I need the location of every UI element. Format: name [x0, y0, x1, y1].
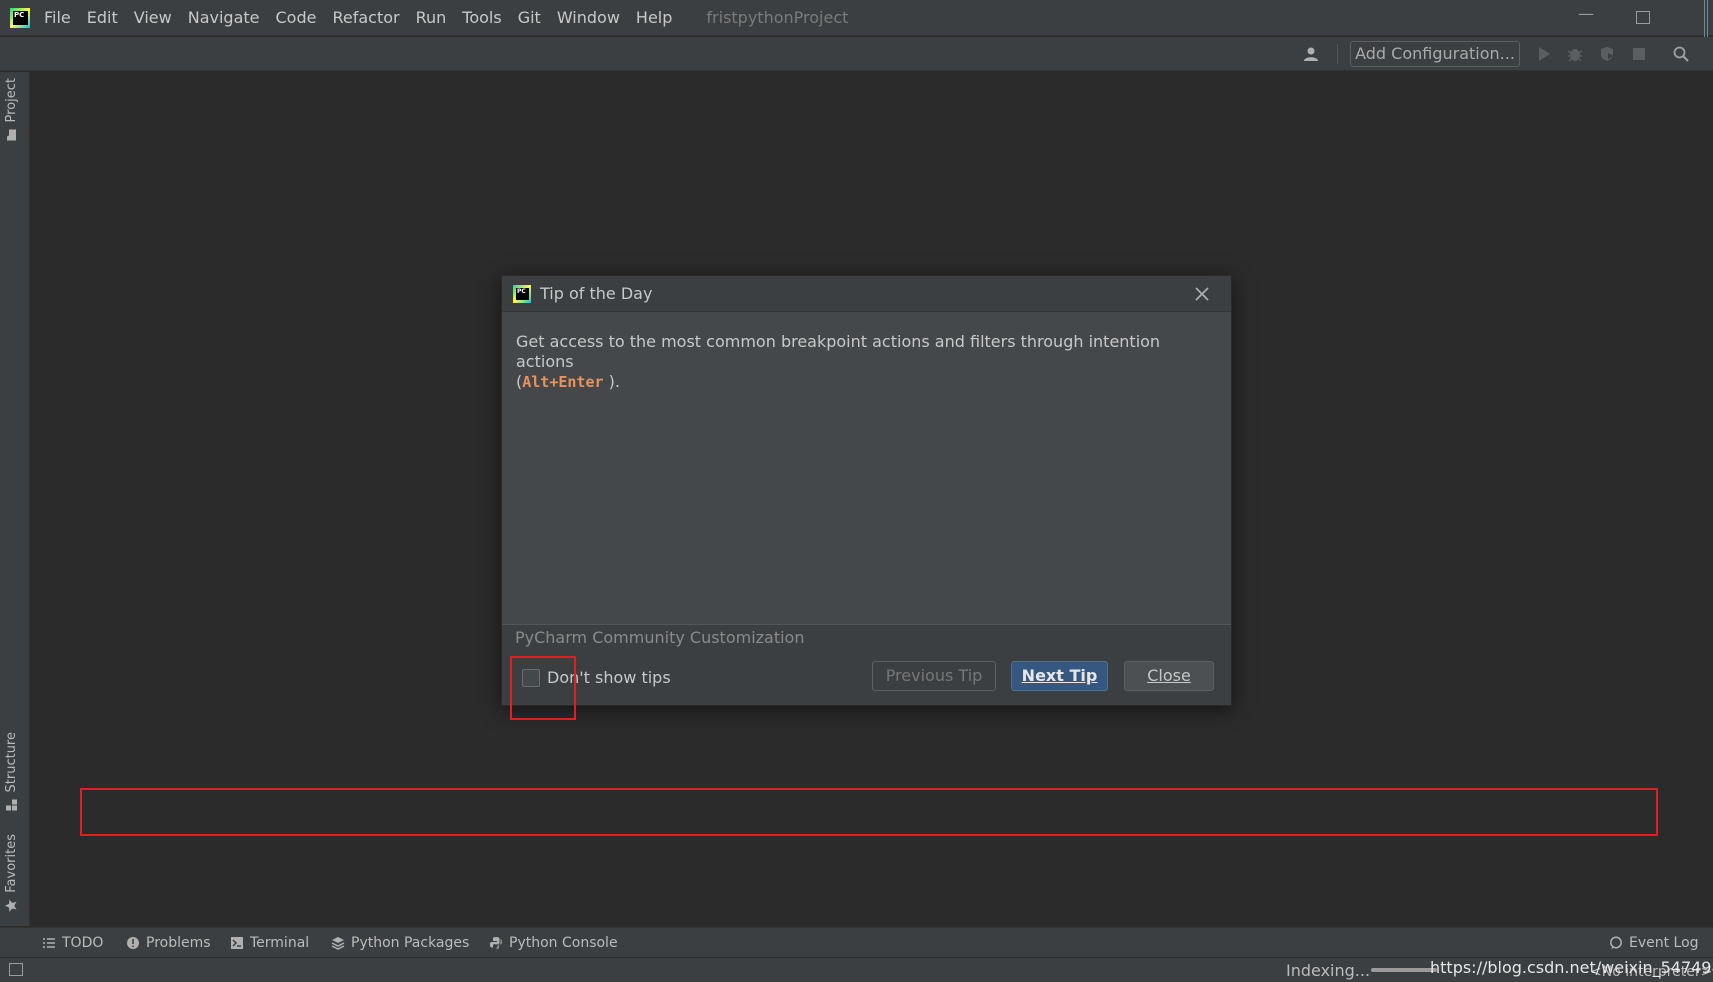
menu-refactor[interactable]: Refactor — [332, 8, 399, 27]
dialog-title: Tip of the Day — [540, 284, 653, 303]
event-log-icon — [1610, 936, 1622, 949]
pycharm-logo-icon — [10, 7, 30, 28]
close-button[interactable]: Close — [1124, 661, 1214, 691]
python-icon — [490, 937, 502, 949]
project-tab-label: Project — [4, 78, 19, 123]
tip-shortcut: Alt+Enter — [522, 373, 604, 391]
run-icon[interactable] — [1535, 45, 1553, 63]
menu-git[interactable]: Git — [518, 8, 541, 27]
close-label: Close — [1147, 666, 1191, 685]
event-log-tab[interactable]: Event Log — [1609, 935, 1699, 951]
annotation-box-wide — [80, 788, 1658, 836]
menu-window[interactable]: Window — [557, 8, 620, 27]
python-packages-tab[interactable]: Python Packages — [331, 935, 469, 951]
minimize-icon[interactable]: — — [1578, 4, 1594, 23]
next-tip-label: Next Tip — [1021, 666, 1098, 685]
python-console-label: Python Console — [509, 935, 618, 951]
maximize-icon[interactable] — [1636, 11, 1650, 24]
user-icon[interactable] — [1302, 45, 1320, 63]
menu-navigate[interactable]: Navigate — [188, 8, 260, 27]
coverage-icon[interactable] — [1598, 45, 1616, 63]
status-bar: Indexing... <No interpreter> https://blo… — [0, 957, 1713, 982]
dialog-header: Tip of the Day — [502, 276, 1231, 312]
menu-file[interactable]: File — [44, 8, 71, 27]
favorites-tab-label: Favorites — [4, 834, 19, 893]
structure-icon — [6, 799, 17, 811]
tip-paren-close: ). — [603, 372, 620, 391]
structure-tab-label: Structure — [4, 732, 19, 793]
project-tab[interactable]: Project — [4, 78, 19, 141]
previous-tip-button[interactable]: Previous Tip — [872, 661, 996, 691]
terminal-tab[interactable]: Terminal — [230, 935, 309, 951]
warning-icon — [127, 937, 139, 949]
tip-content: Get access to the most common breakpoint… — [502, 312, 1231, 625]
terminal-icon — [231, 937, 243, 949]
star-icon — [5, 899, 17, 912]
debug-icon[interactable] — [1566, 45, 1584, 63]
terminal-label: Terminal — [250, 935, 310, 951]
menu-bar: File Edit View Navigate Code Refactor Ru… — [0, 0, 1713, 44]
main-toolbar: Add Configuration... — [0, 37, 1713, 71]
stop-icon[interactable] — [1630, 45, 1648, 63]
list-icon — [43, 938, 55, 948]
bottom-tool-bar: TODO Problems Terminal Python Packages P… — [0, 927, 1713, 957]
python-console-tab[interactable]: Python Console — [489, 935, 618, 951]
close-icon[interactable] — [1193, 285, 1211, 303]
todo-label: TODO — [62, 935, 104, 951]
add-configuration-button[interactable]: Add Configuration... — [1350, 41, 1520, 67]
project-name: fristpythonProject — [706, 8, 849, 27]
event-log-label: Event Log — [1629, 935, 1699, 951]
pycharm-logo-icon — [513, 284, 531, 303]
tip-of-the-day-dialog: Tip of the Day Get access to the most co… — [501, 275, 1232, 706]
indexing-status: Indexing... — [1286, 961, 1371, 980]
folder-icon — [7, 129, 16, 141]
toolbar-separator — [1337, 44, 1338, 64]
menu-tools[interactable]: Tools — [462, 8, 501, 27]
indexing-progress-bar — [1371, 968, 1437, 972]
next-tip-button[interactable]: Next Tip — [1011, 661, 1108, 691]
python-packages-label: Python Packages — [351, 935, 470, 951]
menu-edit[interactable]: Edit — [87, 8, 118, 27]
tip-text: Get access to the most common breakpoint… — [516, 332, 1161, 371]
menu-help[interactable]: Help — [636, 8, 672, 27]
menu-code[interactable]: Code — [276, 8, 317, 27]
tip-source: PyCharm Community Customization — [515, 628, 805, 647]
search-icon[interactable] — [1672, 45, 1690, 63]
watermark-url: https://blog.csdn.net/weixin_54749850 — [1430, 958, 1713, 977]
menu-run[interactable]: Run — [416, 8, 447, 27]
left-tool-strip: Project Structure Favorites — [0, 72, 30, 926]
favorites-tab[interactable]: Favorites — [4, 834, 19, 913]
toggle-tool-windows-icon[interactable] — [9, 963, 23, 976]
layers-icon — [331, 937, 345, 950]
problems-tab[interactable]: Problems — [126, 935, 211, 951]
annotation-box-checkbox — [510, 656, 576, 720]
structure-tab[interactable]: Structure — [4, 732, 19, 811]
menu-view[interactable]: View — [134, 8, 172, 27]
problems-label: Problems — [146, 935, 211, 951]
todo-tab[interactable]: TODO — [42, 935, 103, 951]
